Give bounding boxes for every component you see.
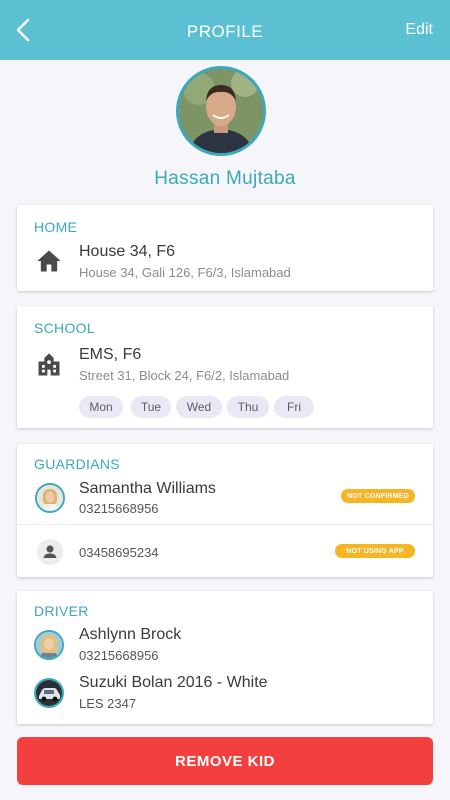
school-address: Street 31, Block 24, F6/2, Islamabad	[79, 368, 290, 383]
car-icon	[36, 680, 62, 706]
vehicle-avatar	[34, 678, 64, 708]
profile-name: Hassan Mujtaba	[154, 168, 296, 189]
day-fri: Fri	[274, 396, 314, 418]
guardians-card: GUARDIANS Samantha Williams 03215668956 …	[17, 444, 433, 577]
school-name: EMS, F6	[79, 346, 142, 363]
day-tue: Tue	[131, 396, 171, 418]
vehicle-model: Suzuki Bolan 2016 - White	[79, 674, 268, 691]
profile-avatar	[176, 66, 266, 156]
person-photo-icon	[37, 485, 63, 511]
person-photo-icon	[36, 632, 62, 658]
home-icon	[37, 250, 61, 272]
home-card: HOME House 34, F6 House 34, Gali 126, F6…	[17, 205, 433, 291]
profile-photo-icon	[179, 69, 263, 153]
edit-button[interactable]: Edit	[405, 21, 433, 39]
driver-card: DRIVER Ashlynn Brock 03215668956 Suzuki …	[17, 591, 433, 724]
guardian-phone-secondary: 03458695234	[79, 545, 159, 560]
guardian-name: Samantha Williams	[79, 480, 216, 497]
day-thu: Thu	[227, 396, 269, 418]
home-section-title: HOME	[34, 219, 78, 235]
school-section-title: SCHOOL	[34, 320, 95, 336]
divider	[17, 524, 433, 525]
home-name: House 34, F6	[79, 243, 176, 260]
day-wed: Wed	[176, 396, 222, 418]
page-title: PROFILE	[186, 22, 264, 41]
school-card: SCHOOL EMS, F6 Street 31, Block 24, F6/2…	[17, 306, 433, 428]
status-badge: NOT CONFIRMED	[341, 489, 415, 503]
driver-name: Ashlynn Brock	[79, 626, 182, 643]
guardian-phone: 03215668956	[79, 501, 159, 516]
person-icon	[37, 539, 63, 565]
day-mon: Mon	[79, 396, 123, 418]
driver-avatar	[34, 630, 64, 660]
home-address: House 34, Gali 126, F6/3, Islamabad	[79, 265, 291, 280]
status-badge: NOT USING APP	[335, 544, 415, 558]
vehicle-plate: LES 2347	[79, 696, 137, 711]
guardians-section-title: GUARDIANS	[34, 456, 120, 472]
app-header: PROFILE Edit	[0, 0, 450, 60]
driver-phone: 03215668956	[79, 648, 159, 663]
guardian-avatar	[35, 483, 65, 513]
school-icon	[38, 353, 60, 376]
remove-kid-button[interactable]: REMOVE KID	[17, 737, 433, 785]
driver-section-title: DRIVER	[34, 603, 89, 619]
